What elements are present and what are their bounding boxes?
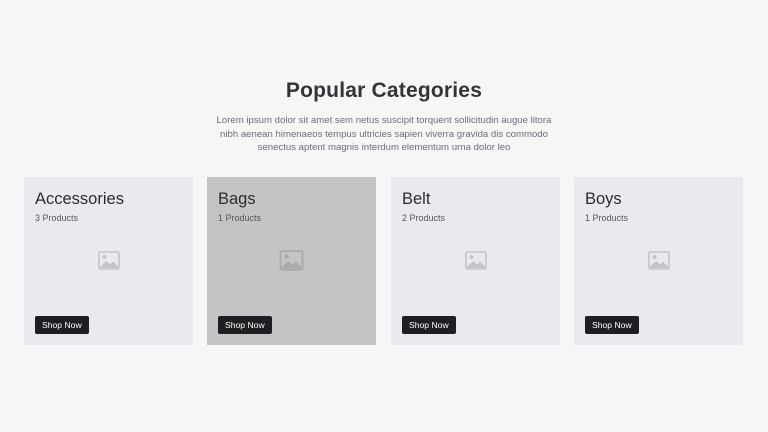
category-title: Accessories [35, 190, 124, 208]
image-placeholder-icon [279, 250, 304, 271]
image-placeholder-icon [648, 251, 670, 270]
category-product-count: 2 Products [402, 213, 446, 223]
image-placeholder-icon [98, 251, 120, 270]
category-card-bags[interactable]: Bags 1 Products Shop Now [207, 177, 376, 345]
shop-now-button[interactable]: Shop Now [35, 316, 89, 334]
category-product-count: 1 Products [585, 213, 629, 223]
category-product-count: 3 Products [35, 213, 79, 223]
section-description: Lorem ipsum dolor sit amet sem netus sus… [216, 115, 552, 154]
image-placeholder-icon [465, 251, 487, 270]
shop-now-button[interactable]: Shop Now [585, 316, 639, 334]
shop-now-button[interactable]: Shop Now [402, 316, 456, 334]
category-title: Boys [585, 190, 622, 208]
category-title: Bags [218, 190, 256, 208]
section-title: Popular Categories [285, 79, 483, 102]
popular-categories-section: Popular Categories Lorem ipsum dolor sit… [0, 0, 768, 432]
shop-now-button[interactable]: Shop Now [218, 316, 272, 334]
category-card-belt[interactable]: Belt 2 Products Shop Now [391, 177, 560, 345]
category-card-accessories[interactable]: Accessories 3 Products Shop Now [24, 177, 193, 345]
category-product-count: 1 Products [218, 213, 262, 223]
category-card-boys[interactable]: Boys 1 Products Shop Now [574, 177, 743, 345]
category-title: Belt [402, 190, 431, 208]
